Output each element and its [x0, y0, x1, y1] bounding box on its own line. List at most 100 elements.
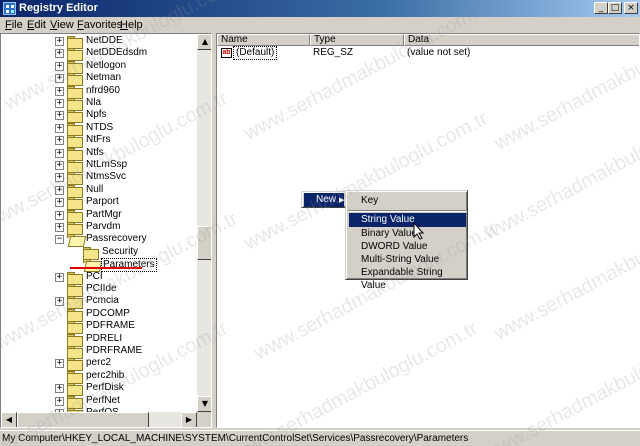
tree-node[interactable]: + perc2 [55, 357, 205, 371]
tree-node-label: PCI [86, 271, 103, 282]
red-annotation-underline [70, 267, 142, 269]
tree-node[interactable]: PDFRAME [55, 320, 205, 334]
tree-node[interactable]: + NtFrs [55, 134, 205, 148]
expand-icon[interactable]: + [55, 223, 64, 232]
tree-node[interactable]: PDRELI [55, 333, 205, 347]
tree-node-label: perc2hib [86, 370, 125, 381]
tree-node[interactable]: + Pcmcia [55, 295, 205, 309]
scroll-up-icon[interactable]: ▲ [197, 34, 211, 50]
tree-node[interactable]: Security [71, 246, 211, 260]
menu-new[interactable]: New [304, 193, 344, 207]
tree-node[interactable]: + NTDS [55, 122, 205, 136]
tree-node[interactable]: perc2hib [55, 370, 205, 384]
tree-node[interactable]: + Nla [55, 97, 205, 111]
tree-horizontal-scrollbar[interactable]: ◀ ▶ [1, 412, 197, 427]
folder-icon [67, 197, 83, 210]
tree-node[interactable]: PCIIde [55, 283, 205, 297]
mouse-cursor-icon [413, 222, 425, 240]
registry-tree[interactable]: + NetDDE + NetDDEdsdm + Netlogon + Netman + nfrd9… [0, 33, 212, 428]
tree-node[interactable]: + Npfs [55, 109, 205, 123]
tree-node[interactable]: + Null [55, 184, 205, 198]
window-title: Registry Editor [19, 2, 98, 14]
expand-icon[interactable]: + [55, 297, 64, 306]
folder-icon [67, 234, 82, 245]
expand-icon[interactable]: + [55, 149, 64, 158]
folder-icon [67, 284, 83, 297]
tree-node[interactable]: + PartMgr [55, 209, 205, 223]
menu-multi-string-value[interactable]: Multi-String Value [349, 253, 466, 267]
tree-node[interactable]: + NtmsSvc [55, 171, 205, 185]
menu-favorites[interactable]: Favorites [77, 19, 122, 31]
scroll-thumb[interactable] [197, 226, 211, 260]
folder-icon [67, 172, 83, 185]
value-data: (value not set) [407, 47, 471, 58]
minimize-button[interactable]: _ [594, 2, 608, 14]
expand-icon[interactable]: + [55, 173, 64, 182]
menu-help[interactable]: Help [120, 19, 143, 31]
scroll-down-icon[interactable]: ▼ [197, 396, 211, 412]
tree-node-label: PartMgr [86, 209, 122, 220]
expand-icon[interactable]: + [55, 74, 64, 83]
expand-icon[interactable]: + [55, 161, 64, 170]
maximize-button[interactable]: □ [608, 2, 622, 14]
tree-node[interactable]: + Netman [55, 72, 205, 86]
expand-icon[interactable]: + [55, 186, 64, 195]
folder-icon [67, 222, 83, 235]
tree-node[interactable]: + Parport [55, 196, 205, 210]
expand-icon[interactable]: + [55, 99, 64, 108]
expand-icon[interactable]: + [55, 397, 64, 406]
expand-icon[interactable]: + [55, 37, 64, 46]
expand-icon[interactable]: + [55, 359, 64, 368]
collapse-icon[interactable]: − [55, 235, 64, 244]
expand-icon[interactable]: + [55, 87, 64, 96]
tree-node[interactable]: PDRFRAME [55, 345, 205, 359]
menu-expandable-string-value[interactable]: Expandable String Value [349, 266, 466, 291]
tree-node[interactable]: + PerfNet [55, 395, 205, 409]
tree-node[interactable]: + NtLmSsp [55, 159, 205, 173]
folder-icon [67, 123, 83, 136]
menu-key[interactable]: Key [349, 194, 466, 208]
tree-node[interactable]: + Netlogon [55, 60, 205, 74]
tree-node-label: Security [102, 246, 139, 257]
column-name-header[interactable]: Name [217, 34, 310, 46]
menu-binary-value[interactable]: Binary Value [349, 227, 466, 241]
expand-icon[interactable]: + [55, 124, 64, 133]
menu-view[interactable]: View [50, 19, 74, 31]
expand-icon[interactable]: + [55, 273, 64, 282]
tree-node[interactable]: + Parvdm [55, 221, 205, 235]
tree-node[interactable]: + PerfDisk [55, 382, 205, 396]
menu-string-value[interactable]: String Value [349, 213, 466, 227]
expand-icon[interactable]: + [55, 49, 64, 58]
horizontal-scroll-thumb[interactable] [17, 412, 149, 427]
expand-icon[interactable]: + [55, 111, 64, 120]
tree-node[interactable]: + nfrd960 [55, 85, 205, 99]
title-bar[interactable]: Registry Editor _ □ × [0, 0, 640, 17]
tree-node[interactable]: + NetDDE [55, 35, 205, 49]
tree-node[interactable]: + NetDDEdsdm [55, 47, 205, 61]
column-type-header[interactable]: Type [310, 34, 404, 46]
close-button[interactable]: × [624, 2, 638, 14]
expand-icon[interactable]: + [55, 384, 64, 393]
expand-icon[interactable]: + [55, 198, 64, 207]
folder-icon [67, 61, 83, 74]
menu-edit[interactable]: Edit [27, 19, 46, 31]
tree-node[interactable]: + Ntfs [55, 147, 205, 161]
folder-icon [67, 36, 83, 49]
tree-node[interactable]: + PCI [55, 271, 205, 285]
scroll-left-icon[interactable]: ◀ [1, 412, 17, 427]
folder-icon [67, 272, 83, 285]
tree-node-label: PDCOMP [86, 308, 130, 319]
column-data-header[interactable]: Data [404, 34, 639, 46]
menu-file[interactable]: File [5, 19, 23, 31]
tree-node[interactable]: PDCOMP [55, 308, 205, 322]
value-name[interactable]: (Default) [233, 46, 278, 60]
expand-icon[interactable]: + [55, 136, 64, 145]
expand-icon[interactable]: + [55, 211, 64, 220]
folder-icon [67, 86, 83, 99]
tree-node-label: Null [86, 184, 104, 195]
menu-dword-value[interactable]: DWORD Value [349, 240, 466, 254]
expand-icon[interactable]: + [55, 62, 64, 71]
tree-vertical-scrollbar[interactable]: ▲ ▼ [197, 34, 211, 412]
tree-node[interactable]: − Passrecovery [55, 233, 205, 245]
scroll-right-icon[interactable]: ▶ [181, 412, 197, 427]
